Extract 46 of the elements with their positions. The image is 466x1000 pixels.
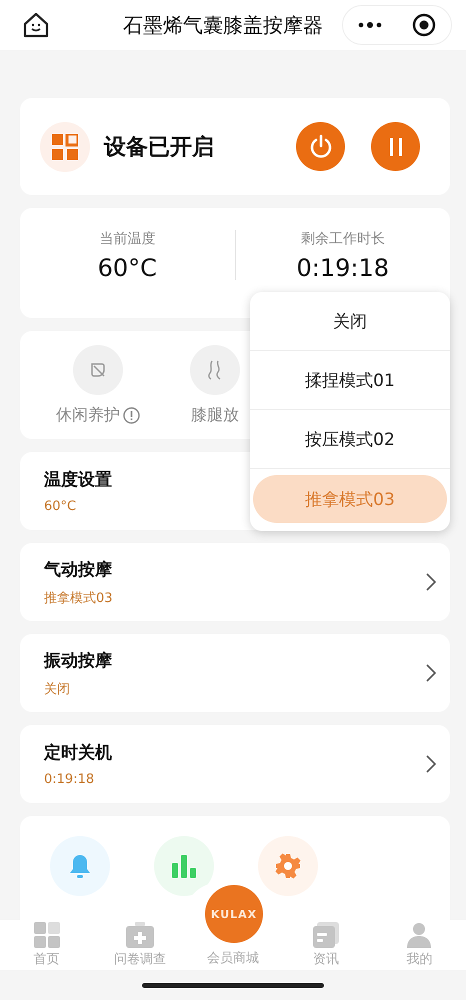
leaf-icon — [89, 361, 107, 379]
setting-row[interactable]: 定时关机 0:19:18 — [20, 725, 450, 803]
chevron-right-icon — [426, 755, 436, 773]
setting-title: 定时关机 — [44, 742, 112, 764]
setting-row[interactable]: 气动按摩 推拿模式03 — [20, 543, 450, 621]
stat-label: 当前温度 — [99, 230, 156, 248]
stat-value: 60°C — [98, 254, 157, 282]
home-icon[interactable] — [22, 11, 50, 39]
setting-value: 0:19:18 — [44, 772, 94, 787]
setting-title: 振动按摩 — [44, 650, 112, 672]
setting-value: 推拿模式03 — [44, 590, 113, 606]
gear-icon — [275, 853, 301, 879]
setting-row[interactable]: 振动按摩 关闭 — [20, 634, 450, 712]
bell-icon — [68, 853, 92, 879]
grid-icon — [34, 922, 60, 948]
device-status: 设备已开启 — [104, 134, 215, 162]
bar-chart-icon — [171, 854, 197, 878]
grid-icon — [52, 134, 78, 160]
logo[interactable]: KULAX — [205, 885, 263, 943]
chevron-right-icon — [426, 664, 436, 682]
person-icon — [406, 922, 432, 948]
info-icon[interactable] — [123, 407, 140, 424]
setting-title: 温度设置 — [44, 469, 112, 491]
feature-label[interactable]: 休闲养护 — [56, 405, 120, 426]
stat-value: 0:19:18 — [296, 254, 390, 282]
setting-value: 关闭 — [44, 680, 70, 698]
stat-label: 剩余工作时长 — [300, 230, 385, 248]
tab-item[interactable]: 首页 — [0, 920, 94, 970]
close-target-icon[interactable] — [412, 13, 436, 37]
menu-option[interactable]: 按压模式02 — [250, 410, 450, 469]
tab-item[interactable]: 资讯 — [280, 920, 373, 970]
menu-option[interactable]: 揉捏模式01 — [250, 351, 450, 410]
more-icon[interactable] — [358, 21, 382, 29]
menu-option[interactable]: 推拿模式03 — [253, 475, 447, 523]
menu-option[interactable]: 关闭 — [250, 292, 450, 351]
feature-label[interactable]: 膝腿放 — [191, 405, 239, 426]
setting-title: 气动按摩 — [44, 558, 112, 580]
pause-button[interactable] — [371, 122, 420, 171]
power-button[interactable] — [296, 122, 345, 171]
chevron-right-icon — [426, 573, 436, 591]
setting-value: 60°C — [44, 499, 76, 514]
page-title: 石墨烯气囊膝盖按摩器 — [122, 12, 324, 38]
tab-item[interactable]: 问卷调查 — [93, 920, 186, 970]
tab-item[interactable]: 我的 — [372, 920, 466, 970]
pause-icon — [388, 138, 402, 156]
tab-item[interactable]: 会员商城 — [186, 948, 280, 970]
